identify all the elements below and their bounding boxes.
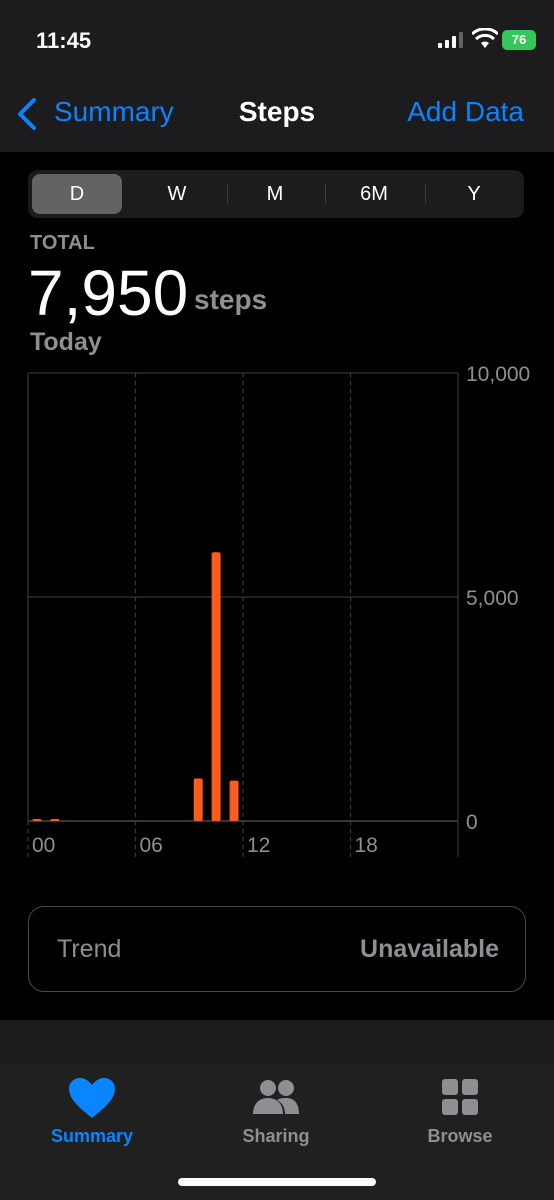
segment-week[interactable]: W [132,174,222,214]
x-tick-label: 06 [140,834,163,857]
y-tick-label: 5,000 [466,587,519,610]
status-time: 11:45 [36,28,92,53]
battery-icon: 76 [502,30,536,50]
trend-label: Trend [57,935,122,963]
trend-value: Unavailable [360,935,499,963]
add-data-button[interactable]: Add Data [407,96,524,128]
time-range-segmented-control: D W M 6M Y [28,170,524,218]
tab-sharing-label: Sharing [242,1126,310,1146]
chart-bar [32,819,42,821]
chart-ticks: 10,0005,000000 06 12 18 [32,363,530,857]
tab-summary[interactable]: Summary [0,1064,184,1164]
chart-bar [193,778,203,821]
x-tick-label: 18 [355,834,378,857]
segment-divider [227,184,228,204]
x-tick-label: 12 [247,834,270,857]
total-steps-unit: steps [194,284,268,315]
content-footer-band [0,1020,554,1064]
date-label: Today [30,328,102,356]
segment-month[interactable]: M [230,174,320,214]
segment-divider [325,184,326,204]
cellular-signal-icon [438,32,463,48]
tab-sharing[interactable]: Sharing [184,1064,368,1164]
y-tick-label: 10,000 [466,363,530,386]
chart-bar [211,552,221,821]
segment-year[interactable]: Y [429,174,519,214]
y-tick-label: 0 [466,811,478,834]
grid-icon [442,1079,478,1115]
heart-icon [69,1078,115,1118]
chart-grid [27,372,459,857]
segment-divider [425,184,426,204]
tab-browse-label: Browse [427,1126,493,1146]
total-steps-value: 7,950 [28,257,189,329]
steps-bar-chart[interactable]: 10,0005,000000 06 12 18 [0,360,554,870]
wifi-icon [472,28,498,48]
chart-bar [229,780,239,821]
tab-browse[interactable]: Browse [368,1064,552,1164]
tab-summary-label: Summary [50,1126,134,1146]
segment-day[interactable]: D [32,174,122,214]
total-label: TOTAL [30,232,95,254]
x-tick-label: 00 [32,834,55,857]
trend-card[interactable]: Trend Unavailable [28,906,526,992]
segment-six-months[interactable]: 6M [329,174,419,214]
people-icon [253,1080,299,1114]
home-indicator [178,1178,376,1186]
chart-bar [50,819,60,821]
